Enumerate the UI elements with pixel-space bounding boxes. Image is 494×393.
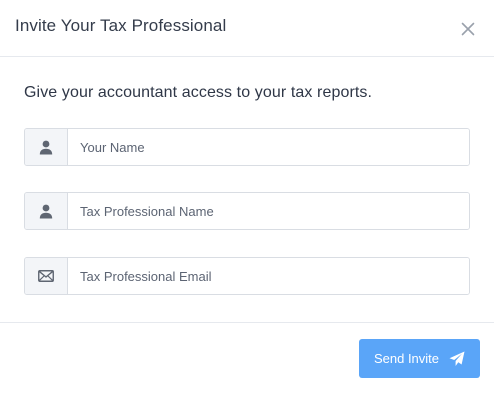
tax-professional-email-addon (25, 258, 68, 294)
send-invite-button[interactable]: Send Invite (359, 339, 480, 378)
modal-header: Invite Your Tax Professional (0, 0, 494, 57)
modal-title: Invite Your Tax Professional (15, 16, 227, 35)
intro-text: Give your accountant access to your tax … (24, 84, 373, 101)
tax-professional-name-field-group (24, 192, 470, 230)
send-invite-label: Send Invite (373, 351, 440, 366)
your-name-field-group (24, 128, 470, 166)
paper-plane-icon (449, 351, 465, 366)
close-icon (461, 22, 475, 36)
invite-modal: Invite Your Tax Professional Give your a… (0, 0, 494, 393)
your-name-input[interactable] (68, 129, 469, 165)
user-icon (39, 140, 53, 154)
your-name-addon (25, 129, 68, 165)
tax-professional-email-input[interactable] (68, 258, 469, 294)
modal-footer: Send Invite (0, 322, 494, 393)
tax-professional-email-field-group (24, 257, 470, 295)
close-button[interactable] (459, 20, 477, 38)
tax-professional-name-input[interactable] (68, 193, 469, 229)
modal-body: Give your accountant access to your tax … (0, 57, 494, 322)
envelope-icon (38, 270, 54, 282)
tax-professional-name-addon (25, 193, 68, 229)
user-icon (39, 204, 53, 218)
